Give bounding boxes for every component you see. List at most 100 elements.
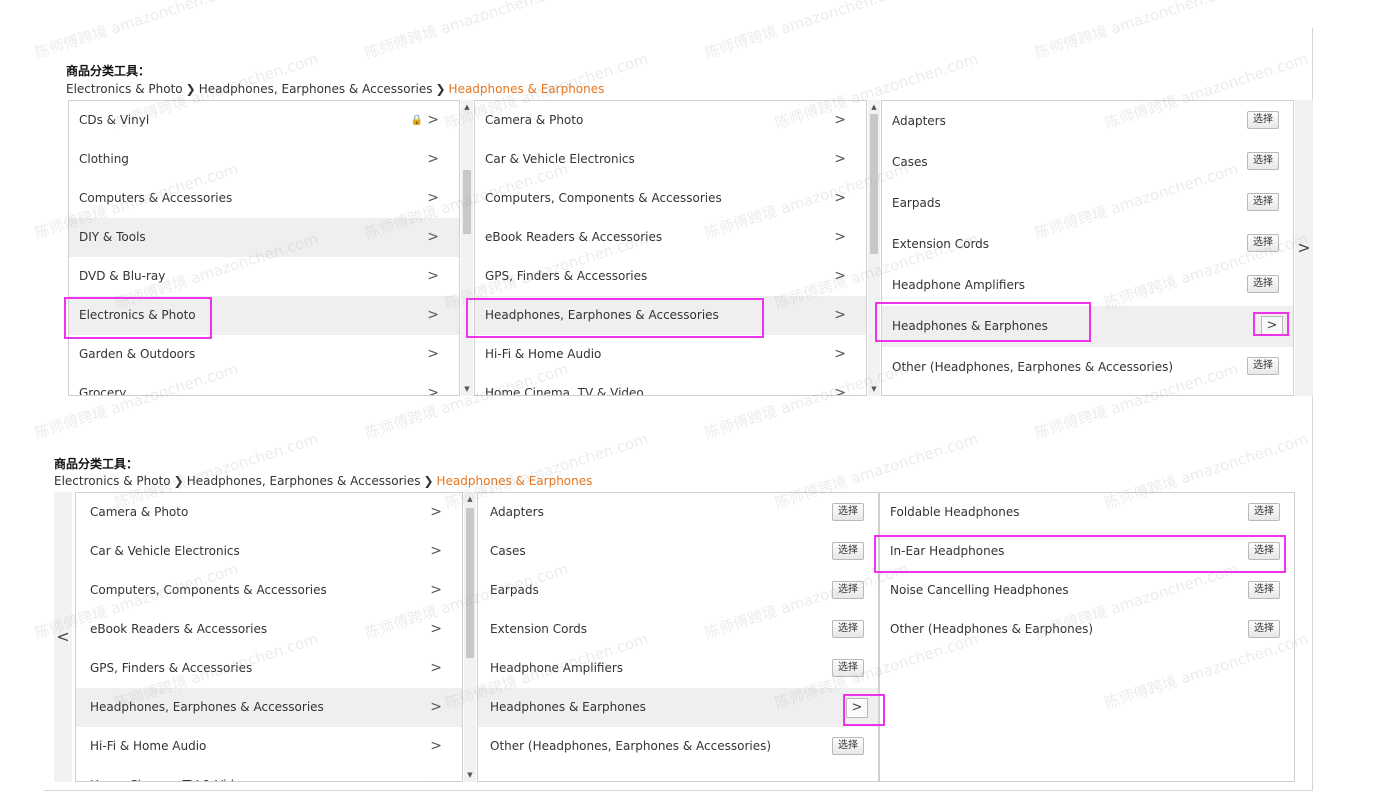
category-label: Other (Headphones, Earphones & Accessori… <box>892 360 1174 374</box>
category-row[interactable]: eBook Readers & Accessories > <box>76 610 462 649</box>
category-row[interactable]: Hi-Fi & Home Audio > <box>475 335 866 374</box>
category-row[interactable]: Headphone Amplifiers 选择 <box>882 265 1293 306</box>
category-row[interactable]: Grocery > <box>69 374 459 395</box>
category-row[interactable]: In-Ear Headphones 选择 <box>880 532 1294 571</box>
breadcrumb-link[interactable]: Headphones, Earphones & Accessories <box>199 82 433 96</box>
panel2-column-1-scrollbar[interactable]: ▲ ▼ <box>464 492 476 782</box>
breadcrumb-current: Headphones & Earphones <box>448 82 605 96</box>
category-row-selected[interactable]: Headphones, Earphones & Accessories > <box>76 688 462 727</box>
select-button[interactable]: 选择 <box>832 737 864 755</box>
category-row[interactable]: Foldable Headphones 选择 <box>880 493 1294 532</box>
category-row[interactable]: Garden & Outdoors > <box>69 335 459 374</box>
panel1-column-1-scrollbar[interactable]: ▲ ▼ <box>461 100 473 396</box>
scroll-left-arrow[interactable]: < <box>54 492 72 782</box>
chevron-right-icon: > <box>430 699 442 715</box>
category-row-selected[interactable]: Electronics & Photo > <box>69 296 459 335</box>
scroll-right-arrow[interactable]: > <box>1295 100 1313 396</box>
scroll-down-icon[interactable]: ▼ <box>464 770 476 780</box>
chevron-right-icon: > <box>834 346 846 362</box>
category-row[interactable]: Extension Cords 选择 <box>478 610 878 649</box>
category-row[interactable]: Computers, Components & Accessories > <box>76 571 462 610</box>
category-label: Headphones & Earphones <box>892 319 1048 333</box>
category-label: Computers, Components & Accessories <box>90 583 327 597</box>
select-button[interactable]: 选择 <box>832 581 864 599</box>
category-row-selected[interactable]: Headphones, Earphones & Accessories > <box>475 296 866 335</box>
category-row[interactable]: Camera & Photo > <box>76 493 462 532</box>
panel1-column-2-scrollbar[interactable]: ▲ ▼ <box>868 100 880 396</box>
category-row[interactable]: Earpads 选择 <box>882 183 1293 224</box>
select-button[interactable]: 选择 <box>1247 152 1279 170</box>
category-row[interactable]: Home Cinema, TV & Video > <box>76 766 462 781</box>
category-row-selected[interactable]: Headphones & Earphones > <box>882 306 1293 347</box>
select-button[interactable]: 选择 <box>1248 542 1280 560</box>
select-button[interactable]: 选择 <box>832 659 864 677</box>
select-button[interactable]: 选择 <box>1247 275 1279 293</box>
category-label: Camera & Photo <box>485 113 584 127</box>
category-row[interactable]: GPS, Finders & Accessories > <box>76 649 462 688</box>
breadcrumb-link[interactable]: Electronics & Photo <box>54 474 171 488</box>
select-button[interactable]: 选择 <box>1248 581 1280 599</box>
category-label: Headphone Amplifiers <box>490 661 624 675</box>
category-row[interactable]: eBook Readers & Accessories > <box>475 218 866 257</box>
chevron-right-icon: > <box>427 307 439 323</box>
category-row[interactable]: Adapters 选择 <box>478 493 878 532</box>
category-row[interactable]: DIY & Tools > <box>69 218 459 257</box>
category-row[interactable]: Noise Cancelling Headphones 选择 <box>880 571 1294 610</box>
select-button[interactable]: 选择 <box>1248 620 1280 638</box>
select-button[interactable]: 选择 <box>1247 111 1279 129</box>
scroll-up-icon[interactable]: ▲ <box>868 102 880 112</box>
expand-chevron-button[interactable]: > <box>1261 316 1283 336</box>
panel1-category-column-2: Camera & Photo > Car & Vehicle Electronic… <box>474 100 867 396</box>
category-row[interactable]: Cases 选择 <box>478 532 878 571</box>
scroll-down-icon[interactable]: ▼ <box>868 384 880 394</box>
category-row[interactable]: Car & Vehicle Electronics > <box>475 140 866 179</box>
chevron-right-icon: > <box>427 346 439 362</box>
breadcrumb-link[interactable]: Headphones, Earphones & Accessories <box>187 474 421 488</box>
category-row[interactable]: Car & Vehicle Electronics > <box>76 532 462 571</box>
expand-chevron-button[interactable]: > <box>846 698 868 718</box>
select-button[interactable]: 选择 <box>832 542 864 560</box>
scroll-down-icon[interactable]: ▼ <box>461 384 473 394</box>
select-button[interactable]: 选择 <box>1247 193 1279 211</box>
chevron-right-icon: > <box>834 151 846 167</box>
select-button[interactable]: 选择 <box>832 620 864 638</box>
select-button[interactable]: 选择 <box>1248 503 1280 521</box>
chevron-right-icon: > <box>430 504 442 520</box>
category-row[interactable]: Earpads 选择 <box>478 571 878 610</box>
category-row[interactable]: CDs & Vinyl 🔒 > <box>69 101 459 140</box>
select-button[interactable]: 选择 <box>1247 234 1279 252</box>
scroll-thumb[interactable] <box>463 170 471 234</box>
category-row[interactable]: Other (Headphones & Earphones) 选择 <box>880 610 1294 649</box>
category-row[interactable]: Adapters 选择 <box>882 101 1293 142</box>
panel2-category-column-2: Adapters 选择 Cases 选择 Earpads 选择 Extension C… <box>477 492 879 782</box>
scroll-up-icon[interactable]: ▲ <box>464 494 476 504</box>
category-row[interactable]: Extension Cords 选择 <box>882 224 1293 265</box>
category-row[interactable]: DVD & Blu-ray > <box>69 257 459 296</box>
select-button[interactable]: 选择 <box>832 503 864 521</box>
scroll-up-icon[interactable]: ▲ <box>461 102 473 112</box>
category-row-selected[interactable]: Headphones & Earphones > <box>478 688 878 727</box>
chevron-right-icon: > <box>427 268 439 284</box>
category-label: DIY & Tools <box>79 230 146 244</box>
select-button[interactable]: 选择 <box>1247 357 1279 375</box>
category-row[interactable]: Hi-Fi & Home Audio > <box>76 727 462 766</box>
chevron-right-icon: ❯ <box>435 82 446 96</box>
category-row[interactable]: GPS, Finders & Accessories > <box>475 257 866 296</box>
scroll-thumb[interactable] <box>466 508 474 658</box>
category-row[interactable]: Computers, Components & Accessories > <box>475 179 866 218</box>
category-row[interactable]: Headphone Amplifiers 选择 <box>478 649 878 688</box>
category-row[interactable]: Clothing > <box>69 140 459 179</box>
category-row[interactable]: Other (Headphones, Earphones & Accessori… <box>882 347 1293 388</box>
category-row[interactable]: Camera & Photo > <box>475 101 866 140</box>
category-row[interactable]: Computers & Accessories > <box>69 179 459 218</box>
breadcrumb-link[interactable]: Electronics & Photo <box>66 82 183 96</box>
category-label: eBook Readers & Accessories <box>90 622 268 636</box>
category-row[interactable]: Cases 选择 <box>882 142 1293 183</box>
scroll-thumb[interactable] <box>870 114 878 254</box>
category-row[interactable]: Other (Headphones, Earphones & Accessori… <box>478 727 878 766</box>
category-label: Other (Headphones & Earphones) <box>890 622 1094 636</box>
category-label: Earpads <box>490 583 539 597</box>
chevron-right-icon: ❯ <box>185 82 196 96</box>
category-label: Headphones, Earphones & Accessories <box>485 308 719 322</box>
category-row[interactable]: Home Cinema, TV & Video > <box>475 374 866 395</box>
